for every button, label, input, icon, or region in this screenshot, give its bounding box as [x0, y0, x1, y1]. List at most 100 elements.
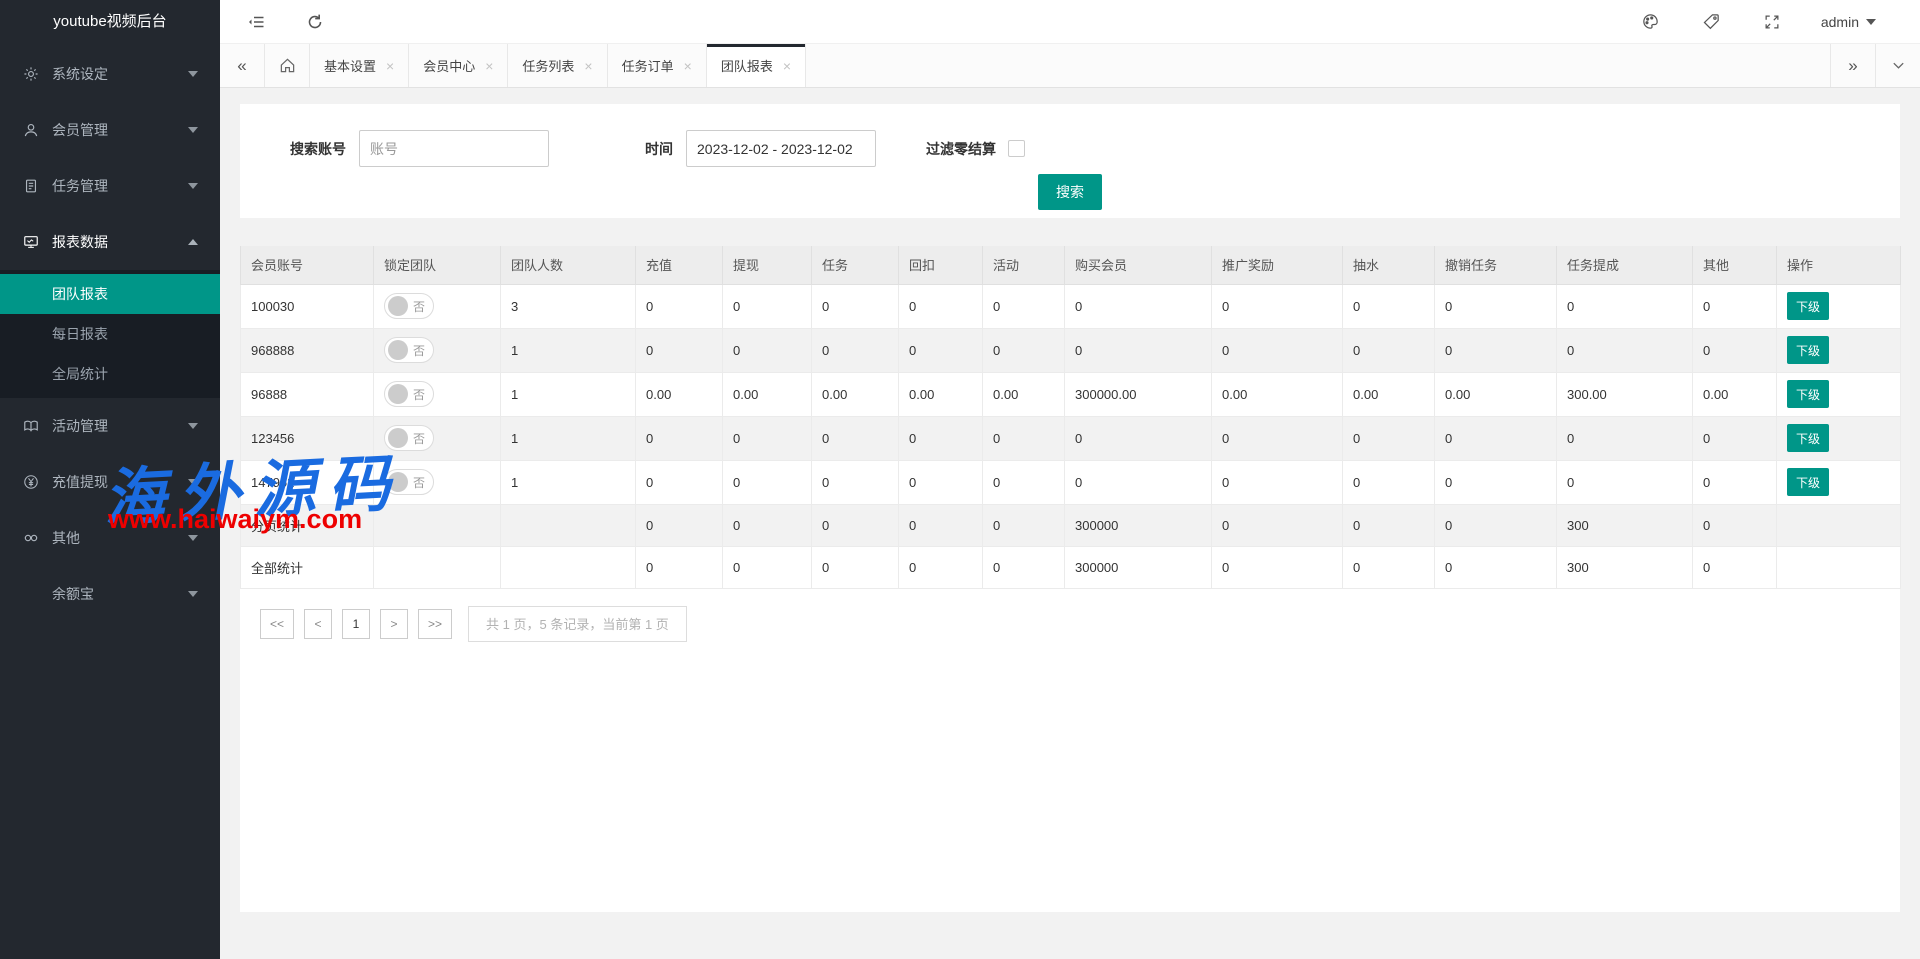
scroll-tabs-right-button[interactable]: »: [1830, 44, 1875, 87]
tag-icon[interactable]: [1702, 12, 1721, 31]
sidebar-item-other[interactable]: 其他: [0, 510, 220, 566]
column-header: 活动: [983, 246, 1065, 284]
chevron-down-icon: [188, 71, 198, 77]
cell-value: 0: [1693, 328, 1777, 372]
cell-value: 0: [1557, 460, 1693, 504]
table-header-row: 会员账号锁定团队团队人数充值提现任务回扣活动购买会员推广奖励抽水撤销任务任务提成…: [241, 246, 1901, 284]
tab-item[interactable]: 团队报表 ×: [707, 44, 806, 87]
sidebar-item-member[interactable]: 会员管理: [0, 102, 220, 158]
sidebar-item-label: 系统设定: [52, 64, 188, 84]
subordinate-button[interactable]: 下级: [1787, 424, 1829, 452]
sidebar-item-report[interactable]: 报表数据: [0, 214, 220, 270]
team-report-table: 会员账号锁定团队团队人数充值提现任务回扣活动购买会员推广奖励抽水撤销任务任务提成…: [240, 246, 1901, 589]
home-tab-button[interactable]: [265, 44, 310, 87]
last-page-button[interactable]: >>: [418, 609, 452, 639]
close-icon[interactable]: ×: [684, 58, 692, 74]
page-number-button[interactable]: 1: [342, 609, 370, 639]
cell-value: 0: [1435, 546, 1557, 588]
tab-item[interactable]: 基本设置×: [310, 44, 409, 87]
cell-value: 0: [812, 504, 899, 546]
cell-value: 0: [812, 284, 899, 328]
search-form-row: 搜索账号 时间 过滤零结算: [290, 130, 1900, 167]
close-icon[interactable]: ×: [584, 58, 592, 74]
tab-label: 会员中心: [423, 56, 475, 75]
toggle-knob: [388, 428, 408, 448]
cell-value: 0: [1343, 460, 1435, 504]
cell-value: 0: [983, 504, 1065, 546]
column-header: 任务: [812, 246, 899, 284]
next-page-button[interactable]: >: [380, 609, 408, 639]
cell-value: 0: [899, 546, 983, 588]
close-icon[interactable]: ×: [386, 58, 394, 74]
lock-team-toggle[interactable]: 否: [384, 381, 434, 407]
main-area: admin « 基本设置×会员中心×任务列表×任务订单×团队报表× » 搜索账号: [220, 0, 1920, 959]
summary-row: 全部统计000003000000003000: [241, 546, 1901, 588]
sidebar-subitem[interactable]: 每日报表: [0, 314, 220, 354]
close-icon[interactable]: ×: [485, 58, 493, 74]
lock-team-toggle[interactable]: 否: [384, 469, 434, 495]
subordinate-button[interactable]: 下级: [1787, 292, 1829, 320]
sidebar-item-label: 活动管理: [52, 416, 188, 436]
subordinate-button[interactable]: 下级: [1787, 336, 1829, 364]
sidebar-subitem[interactable]: 团队报表: [0, 274, 220, 314]
cell-value: 0: [1065, 328, 1212, 372]
column-header: 抽水: [1343, 246, 1435, 284]
toggle-knob: [388, 384, 408, 404]
filter-zero-checkbox[interactable]: [1008, 140, 1025, 157]
cell-action: 下级: [1777, 372, 1901, 416]
toggle-knob: [388, 340, 408, 360]
cell-team-size: 1: [501, 328, 636, 372]
tab-item[interactable]: 任务订单×: [608, 44, 707, 87]
toggle-state-label: 否: [413, 386, 425, 403]
chevron-down-icon: [188, 591, 198, 597]
theme-palette-icon[interactable]: [1641, 12, 1660, 31]
page-buttons: <<<1>>>: [260, 609, 462, 639]
tab-item[interactable]: 会员中心 ×: [409, 44, 508, 87]
cell-value: 300000: [1065, 546, 1212, 588]
first-page-button[interactable]: <<: [260, 609, 294, 639]
cell-value: 0: [1693, 504, 1777, 546]
cell-value: 0: [1065, 460, 1212, 504]
sidebar-item-recharge[interactable]: 充值提现: [0, 454, 220, 510]
cell-action: 下级: [1777, 416, 1901, 460]
cell-account: 123456: [241, 416, 374, 460]
close-icon[interactable]: ×: [783, 58, 791, 74]
table-row: 968888否100000000000下级: [241, 328, 1901, 372]
column-header: 锁定团队: [374, 246, 501, 284]
tab-options-button[interactable]: [1875, 44, 1920, 87]
sidebar-item-activity[interactable]: 活动管理: [0, 398, 220, 454]
sidebar-subitem[interactable]: 全局统计: [0, 354, 220, 394]
column-header: 任务提成: [1557, 246, 1693, 284]
app-root: youtube视频后台 系统设定会员管理任务管理报表数据团队报表每日报表全局统计…: [0, 0, 1920, 959]
subordinate-button[interactable]: 下级: [1787, 380, 1829, 408]
sidebar-item-yuebao[interactable]: 余额宝: [0, 566, 220, 622]
cell-value: 0.00: [1435, 372, 1557, 416]
cell-value: 0: [723, 546, 812, 588]
tab-label: 任务列表: [522, 56, 574, 75]
cell-action: 下级: [1777, 284, 1901, 328]
lock-team-toggle[interactable]: 否: [384, 293, 434, 319]
lock-team-toggle[interactable]: 否: [384, 425, 434, 451]
sidebar-item-system[interactable]: 系统设定: [0, 46, 220, 102]
cell-value: 0: [723, 460, 812, 504]
time-range-input[interactable]: [686, 130, 876, 167]
subordinate-button[interactable]: 下级: [1787, 468, 1829, 496]
scroll-tabs-left-button[interactable]: «: [220, 44, 265, 87]
lock-team-toggle[interactable]: 否: [384, 337, 434, 363]
tab-item[interactable]: 任务列表 ×: [508, 44, 607, 87]
tabbar: « 基本设置×会员中心×任务列表×任务订单×团队报表× »: [220, 44, 1920, 88]
refresh-icon[interactable]: [306, 13, 324, 31]
search-account-label: 搜索账号: [290, 139, 346, 159]
fullscreen-icon[interactable]: [1763, 13, 1781, 31]
chevron-down-icon: [188, 127, 198, 133]
sidebar-item-task[interactable]: 任务管理: [0, 158, 220, 214]
cell-empty: [501, 504, 636, 546]
tab-label: 团队报表: [721, 56, 773, 75]
menu-fold-icon[interactable]: [248, 13, 266, 31]
prev-page-button[interactable]: <: [304, 609, 332, 639]
cell-empty: [1777, 546, 1901, 588]
account-input[interactable]: [359, 130, 549, 167]
search-button[interactable]: 搜索: [1038, 174, 1102, 210]
admin-menu[interactable]: admin: [1821, 14, 1876, 30]
summary-label: 全部统计: [241, 546, 374, 588]
